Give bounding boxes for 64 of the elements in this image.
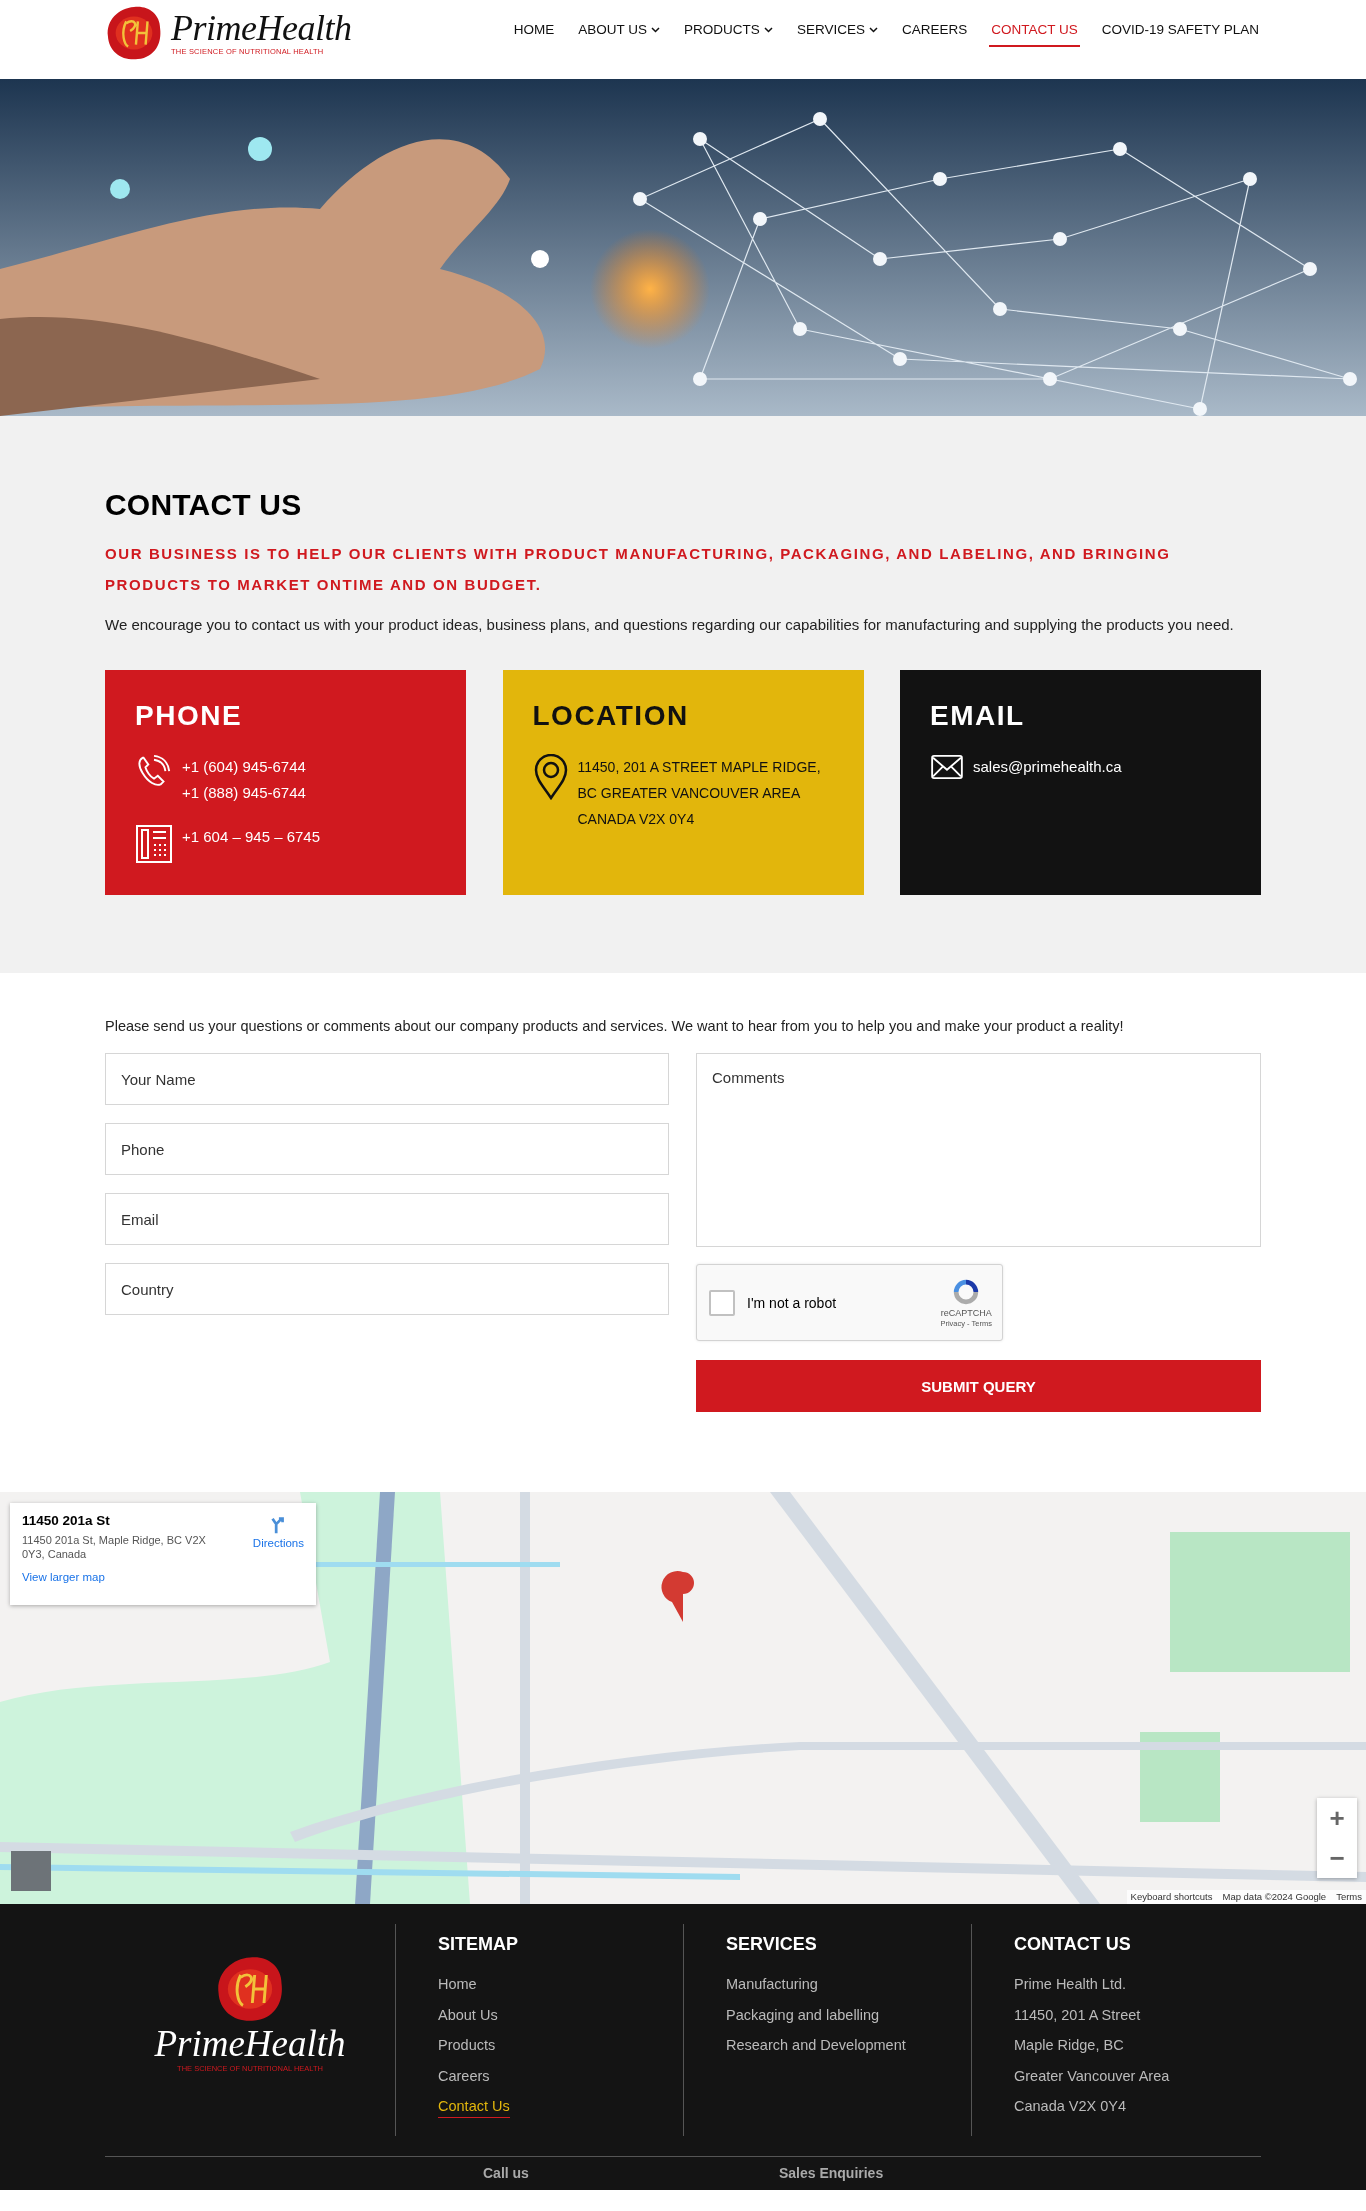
card-title: LOCATION: [532, 700, 690, 732]
footer-link[interactable]: About Us: [438, 1999, 498, 2030]
nav-link[interactable]: ABOUT US: [576, 16, 663, 47]
contact-text: +1 604 – 945 – 6745: [182, 827, 321, 847]
directions-icon: [270, 1515, 287, 1535]
contact-text: +1 (604) 945-6744: [182, 757, 306, 777]
view-larger-map-link[interactable]: View larger map: [22, 1571, 105, 1583]
footer-heading: CONTACT US: [1014, 1934, 1132, 1955]
footer-link[interactable]: Manufacturing: [726, 1969, 818, 2000]
footer-text: Prime Health Ltd.: [1014, 1975, 1127, 1994]
footer-link[interactable]: Research and Development: [726, 2030, 906, 2061]
input-field[interactable]: Phone: [105, 1123, 669, 1175]
contact-text: +1 (888) 945-6744: [182, 783, 306, 803]
intro-text: We encourage you to contact us with your product ideas, business plans, and questions regarding our capabilities for manufacturing and supplying the products you need.: [105, 615, 1235, 635]
logo-wordmark: PrimeHealth: [171, 9, 352, 47]
contact-text: BC GREATER VANCOUVER AREA: [577, 784, 802, 803]
checkbox[interactable]: [709, 1289, 735, 1316]
input-field[interactable]: Your Name: [105, 1053, 669, 1105]
place-address: 11450 201a St, Maple Ridge, BC V2X 0Y3, Canada: [22, 1533, 207, 1561]
footer-text: Canada V2X 0Y4: [1014, 2097, 1127, 2116]
tagline: OUR BUSINESS IS TO HELP OUR CLIENTS WITH PRODUCT MANUFACTURING, PACKAGING, AND LABELING, AND BRINGING PRODUCTS TO MARKET ONTIME AND ON BUDGET.: [105, 544, 1172, 595]
captcha-brand: reCAPTCHA: [940, 1308, 992, 1318]
footer-link[interactable]: Contact Us: [438, 2095, 510, 2118]
nav-link[interactable]: PRODUCTS: [682, 16, 775, 47]
captcha-label: I'm not a robot: [747, 1294, 838, 1311]
logo-icon: [215, 1954, 285, 2024]
input-field[interactable]: Email: [105, 1193, 669, 1245]
input-field[interactable]: Country: [105, 1263, 669, 1315]
page-title: CONTACT US: [105, 488, 303, 522]
nav-link[interactable]: SERVICES: [794, 16, 880, 47]
logo-wordmark: PrimeHealth: [154, 2024, 346, 2064]
location-pin-icon: [532, 754, 569, 800]
zoom-button[interactable]: +: [1317, 1798, 1357, 1838]
footer-link[interactable]: Products: [438, 2030, 496, 2061]
card-title: PHONE: [135, 700, 244, 732]
directions-link[interactable]: Directions: [252, 1515, 304, 1549]
card-title: EMAIL: [930, 700, 1026, 732]
footer-text: 11450, 201 A Street: [1014, 2005, 1141, 2025]
email-link[interactable]: sales@primehealth.ca: [973, 754, 1122, 780]
footer-text: Greater Vancouver Area: [1014, 2066, 1170, 2086]
place-title: 11450 201a St: [22, 1513, 111, 1528]
form-intro: Please send us your questions or comments about our company products and services. We want to hear from you to help you and make your product a reality!: [105, 1017, 1125, 1036]
contact-text: CANADA V2X 0Y4: [577, 810, 696, 829]
nav-link[interactable]: CONTACT US: [989, 16, 1080, 47]
nav-link[interactable]: CAREERS: [899, 16, 970, 47]
map-attribution[interactable]: Keyboard shortcuts: [1130, 1890, 1213, 1904]
footer-link[interactable]: Packaging and labelling: [726, 1999, 880, 2030]
map-attribution[interactable]: Terms: [1336, 1890, 1362, 1904]
footer-heading: Call us: [483, 2165, 529, 2181]
footer-heading: Sales Enquiries: [778, 2165, 884, 2181]
contact-text: 11450, 201 A STREET MAPLE RIDGE,: [577, 758, 821, 777]
footer-heading: SITEMAP: [438, 1934, 519, 1955]
map-attribution[interactable]: Map data ©2024 Google: [1222, 1890, 1327, 1904]
comments-field[interactable]: Comments: [696, 1053, 1261, 1247]
envelope-icon: [930, 754, 964, 780]
footer-heading: SERVICES: [726, 1934, 818, 1955]
footer-text: Maple Ridge, BC: [1014, 2036, 1124, 2055]
footer-link[interactable]: Home: [438, 1969, 477, 2000]
desk-phone-icon: [135, 824, 173, 864]
zoom-button[interactable]: −: [1317, 1838, 1357, 1878]
nav-link[interactable]: COVID-19 SAFETY PLAN: [1099, 16, 1261, 47]
submit-button[interactable]: SUBMIT QUERY: [696, 1360, 1261, 1412]
footer-link[interactable]: Careers: [438, 2060, 490, 2091]
nav-link[interactable]: HOME: [511, 16, 557, 47]
